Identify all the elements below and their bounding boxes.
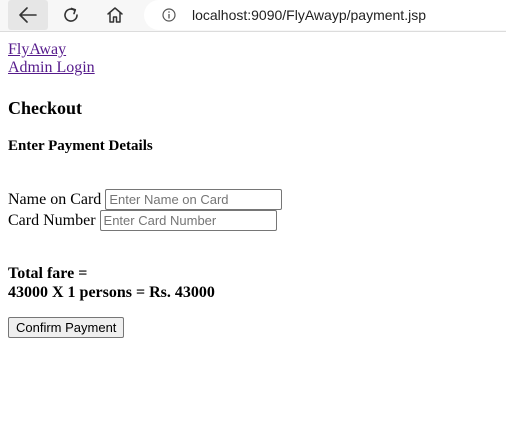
url-text[interactable]: localhost:9090/FlyAwayp/payment.jsp [192, 7, 426, 23]
page-subtitle: Enter Payment Details [8, 138, 153, 154]
info-icon[interactable] [162, 8, 176, 22]
home-icon [107, 7, 123, 23]
refresh-button[interactable] [52, 0, 90, 30]
name-on-card-row: Name on Card [8, 189, 283, 210]
total-fare-label: Total fare = [8, 265, 88, 282]
page-content: FlyAway Admin Login Checkout Enter Payme… [8, 41, 498, 338]
back-button[interactable] [8, 0, 48, 30]
confirm-payment-button[interactable]: Confirm Payment [8, 317, 125, 338]
card-number-row: Card Number [8, 210, 277, 231]
back-arrow-icon [19, 7, 37, 23]
total-fare: Total fare = 43000 X 1 persons = Rs. 430… [8, 264, 215, 302]
name-on-card-input[interactable] [105, 189, 283, 210]
browser-toolbar: localhost:9090/FlyAwayp/payment.jsp [0, 0, 506, 32]
address-bar[interactable]: localhost:9090/FlyAwayp/payment.jsp [144, 0, 506, 30]
total-fare-calculation: 43000 X 1 persons = Rs. 43000 [8, 284, 215, 301]
card-number-input[interactable] [99, 210, 277, 231]
name-on-card-label: Name on Card [8, 190, 102, 208]
flyaway-home-link[interactable]: FlyAway [8, 41, 498, 59]
home-button[interactable] [96, 0, 134, 30]
card-number-label: Card Number [8, 211, 96, 229]
admin-login-link[interactable]: Admin Login [8, 59, 498, 77]
page-title: Checkout [8, 98, 83, 118]
refresh-icon [64, 7, 78, 22]
